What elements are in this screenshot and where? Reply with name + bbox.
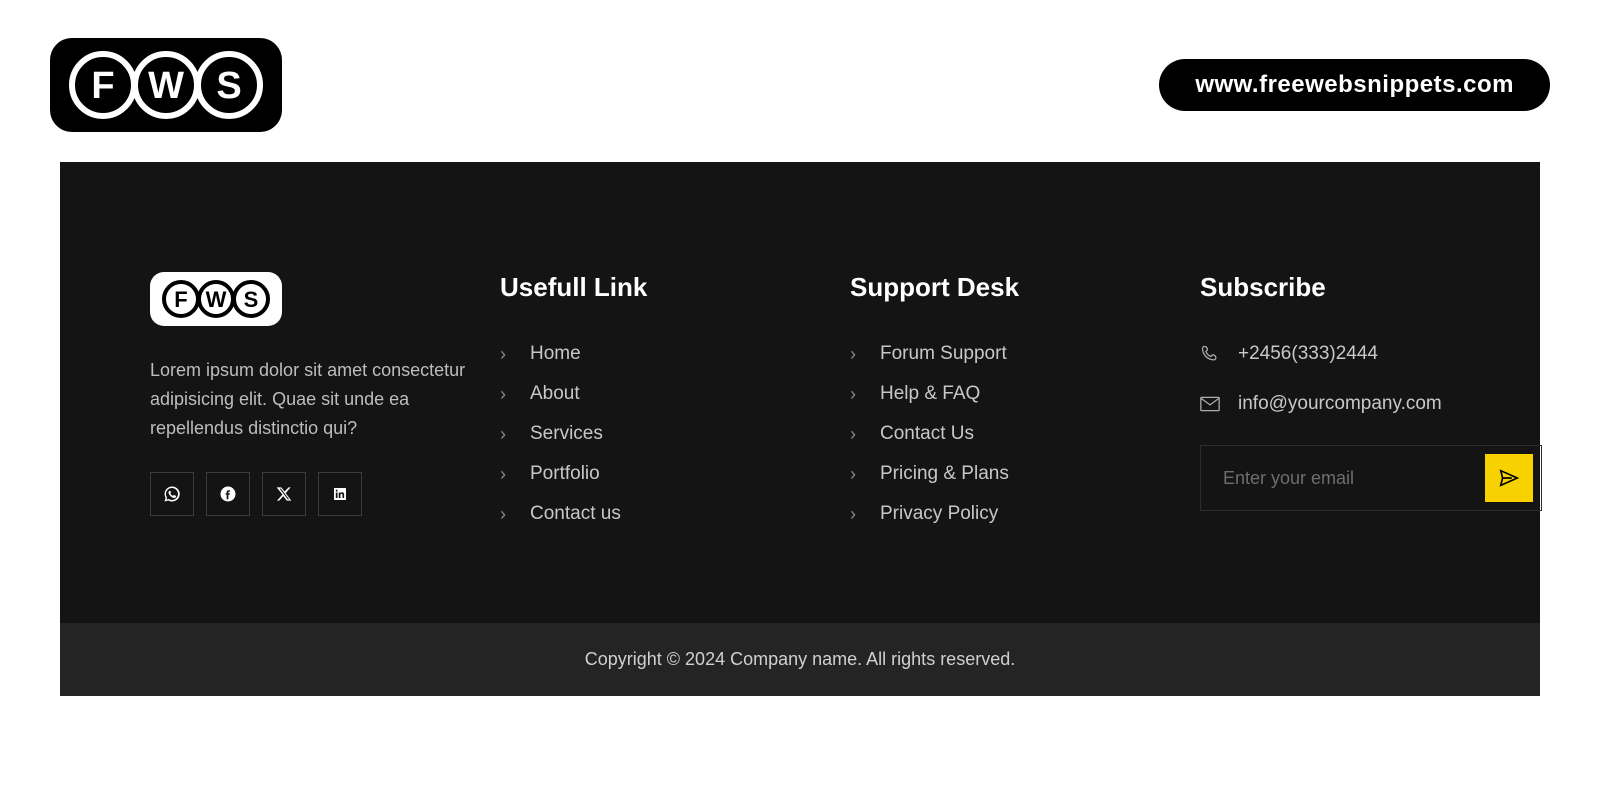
footer-links-col: Usefull Link ›Home ›About ›Services ›Por…: [500, 272, 820, 543]
footer-subscribe-col: Subscribe +2456(333)2444 info@yourcompan…: [1200, 272, 1542, 543]
footer: F W S Lorem ipsum dolor sit amet consect…: [60, 162, 1540, 696]
svg-text:W: W: [206, 287, 227, 312]
chevron-right-icon: ›: [850, 504, 862, 525]
chevron-right-icon: ›: [500, 344, 512, 365]
chevron-right-icon: ›: [500, 384, 512, 405]
svg-text:F: F: [174, 287, 187, 312]
facebook-icon[interactable]: [206, 472, 250, 516]
support-pricing[interactable]: ›Pricing & Plans: [850, 463, 1170, 485]
linkedin-icon[interactable]: [318, 472, 362, 516]
mail-icon: [1200, 396, 1220, 412]
support-forum[interactable]: ›Forum Support: [850, 343, 1170, 365]
support-contact[interactable]: ›Contact Us: [850, 423, 1170, 445]
link-portfolio[interactable]: ›Portfolio: [500, 463, 820, 485]
link-about[interactable]: ›About: [500, 383, 820, 405]
chevron-right-icon: ›: [500, 504, 512, 525]
links-title: Usefull Link: [500, 272, 820, 303]
chevron-right-icon: ›: [850, 424, 862, 445]
support-list: ›Forum Support ›Help & FAQ ›Contact Us ›…: [850, 343, 1170, 525]
svg-text:S: S: [216, 65, 241, 107]
chevron-right-icon: ›: [850, 384, 862, 405]
footer-copyright: Copyright © 2024 Company name. All right…: [60, 623, 1540, 696]
links-list: ›Home ›About ›Services ›Portfolio ›Conta…: [500, 343, 820, 525]
subscribe-send-button[interactable]: [1485, 454, 1533, 502]
footer-logo: F W S: [150, 272, 282, 326]
subscribe-form: [1200, 445, 1542, 511]
social-row: [150, 472, 470, 516]
chevron-right-icon: ›: [500, 424, 512, 445]
link-home[interactable]: ›Home: [500, 343, 820, 365]
send-icon: [1498, 467, 1520, 489]
support-faq[interactable]: ›Help & FAQ: [850, 383, 1170, 405]
link-services[interactable]: ›Services: [500, 423, 820, 445]
footer-about-col: F W S Lorem ipsum dolor sit amet consect…: [150, 272, 470, 543]
link-contact[interactable]: ›Contact us: [500, 503, 820, 525]
contact-phone: +2456(333)2444: [1200, 343, 1542, 365]
footer-support-col: Support Desk ›Forum Support ›Help & FAQ …: [850, 272, 1170, 543]
chevron-right-icon: ›: [850, 344, 862, 365]
svg-text:F: F: [91, 65, 114, 107]
footer-body: F W S Lorem ipsum dolor sit amet consect…: [60, 162, 1540, 623]
page-header: F W S www.freewebsnippets.com: [0, 0, 1600, 162]
email-text: info@yourcompany.com: [1238, 393, 1442, 415]
svg-text:W: W: [148, 65, 184, 107]
phone-text: +2456(333)2444: [1238, 343, 1378, 365]
phone-icon: [1200, 344, 1220, 364]
whatsapp-icon[interactable]: [150, 472, 194, 516]
contact-email: info@yourcompany.com: [1200, 393, 1542, 415]
subscribe-input[interactable]: [1201, 446, 1477, 510]
chevron-right-icon: ›: [850, 464, 862, 485]
support-privacy[interactable]: ›Privacy Policy: [850, 503, 1170, 525]
x-icon[interactable]: [262, 472, 306, 516]
footer-about-text: Lorem ipsum dolor sit amet consectetur a…: [150, 356, 470, 442]
header-url-badge: www.freewebsnippets.com: [1159, 59, 1550, 111]
support-title: Support Desk: [850, 272, 1170, 303]
chevron-right-icon: ›: [500, 464, 512, 485]
header-logo: F W S: [50, 38, 282, 132]
subscribe-title: Subscribe: [1200, 272, 1542, 303]
svg-text:S: S: [244, 287, 259, 312]
